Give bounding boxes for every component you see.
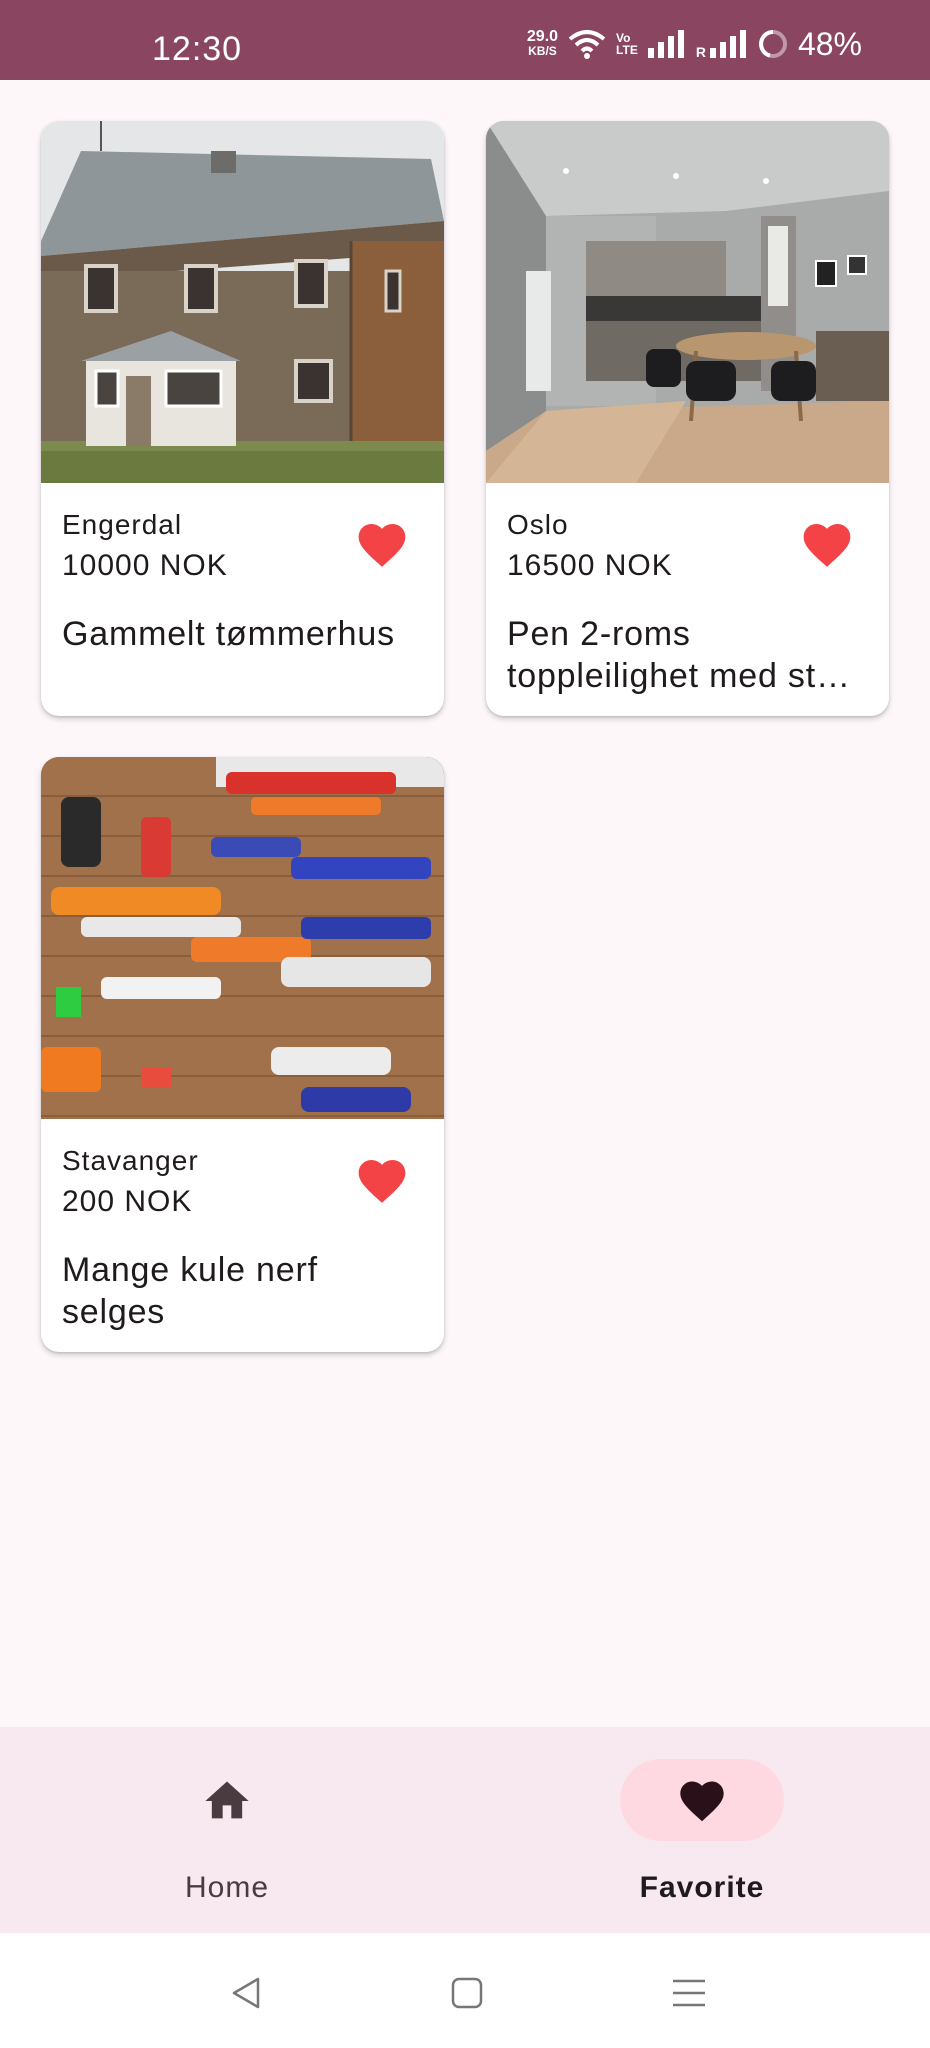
volte-indicator: Vo LTE [616, 32, 638, 56]
battery-percent: 48% [797, 25, 862, 62]
system-navigation-bar [0, 1933, 930, 2048]
wifi-icon [568, 30, 606, 59]
listing-price: 16500 NOK [507, 549, 673, 582]
listing-location: Oslo [507, 509, 569, 540]
listing-location: Engerdal [62, 509, 183, 540]
listing-card[interactable]: Stavanger 200 NOK Mange kule nerf selges [41, 757, 444, 1352]
roaming-indicator: R [695, 44, 706, 60]
signal-icon-sim2 [709, 30, 746, 58]
heart-icon[interactable] [354, 517, 410, 573]
network-speed-unit: KB/S [528, 44, 557, 58]
bottom-navigation: Home Favorite [0, 1727, 930, 1933]
heart-icon[interactable] [354, 1153, 410, 1209]
apartment-kitchen-photo [486, 121, 889, 483]
listing-card[interactable]: Engerdal 10000 NOK Gammelt tømmerhus [41, 121, 444, 716]
network-speed: 29.0 KB/S [527, 29, 558, 59]
status-time: 12:30 [152, 30, 243, 68]
listing-price: 200 NOK [62, 1185, 193, 1218]
home-icon [205, 1781, 249, 1819]
nerf-guns-photo [41, 757, 444, 1119]
battery-ring-icon [758, 30, 787, 58]
status-bar: 12:30 29.0 KB/S Vo LTE R 48% [0, 0, 930, 80]
listing-title: Pen 2-roms toppleilighet med stor terras… [507, 615, 848, 695]
network-speed-value: 29.0 [526, 28, 559, 45]
old-wooden-house-photo [41, 121, 444, 483]
listing-title: Mange kule nerf selges [62, 1251, 318, 1331]
home-square-icon[interactable] [447, 1973, 487, 2013]
nav-label-favorite: Favorite [639, 1871, 765, 1904]
nav-item-favorite[interactable]: Favorite [552, 1727, 852, 1933]
listing-card[interactable]: Oslo 16500 NOK Pen 2-roms toppleilighet … [486, 121, 889, 716]
listing-title: Gammelt tømmerhus [62, 615, 395, 653]
listing-location: Stavanger [62, 1145, 199, 1176]
heart-icon [680, 1781, 724, 1822]
menu-icon[interactable] [669, 1973, 709, 2013]
volte-bottom: LTE [616, 43, 638, 57]
nav-label-home: Home [184, 1871, 270, 1904]
nav-item-home[interactable]: Home [77, 1727, 377, 1933]
back-icon[interactable] [226, 1973, 266, 2013]
signal-icon-sim1 [647, 30, 684, 58]
status-icons: 29.0 KB/S Vo LTE R 48% [527, 24, 862, 64]
heart-icon[interactable] [799, 517, 855, 573]
listing-price: 10000 NOK [62, 549, 228, 582]
